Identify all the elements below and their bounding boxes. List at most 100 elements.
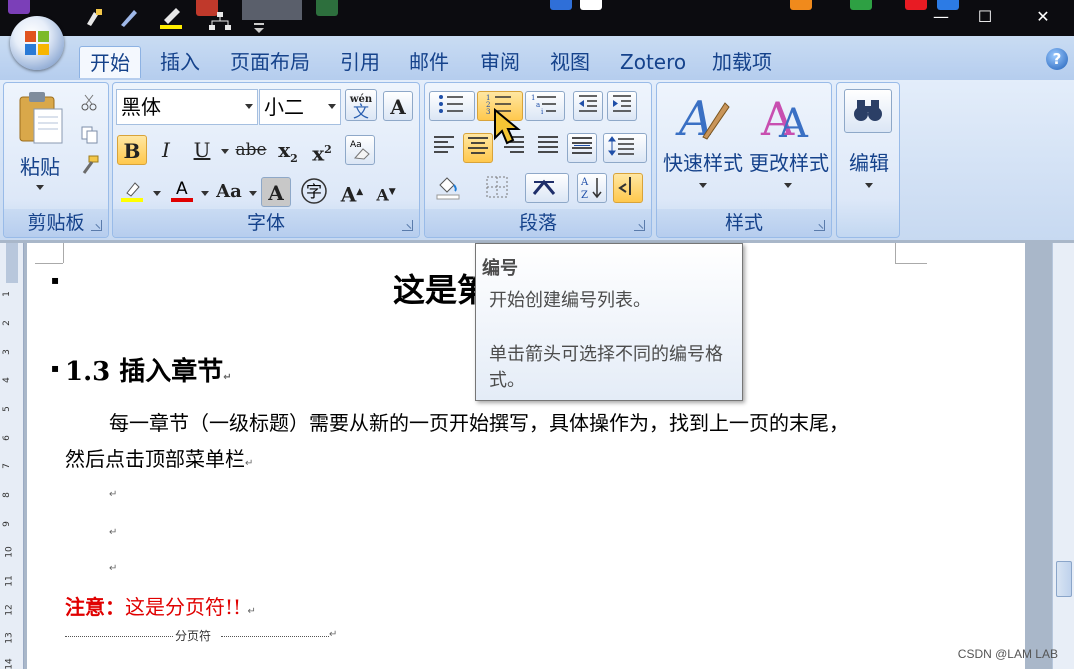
character-border-button[interactable]: A: [383, 91, 413, 121]
page-break[interactable]: 分页符 ↵: [65, 627, 337, 643]
show-hide-marks-button[interactable]: [613, 173, 643, 203]
paragraph-mark-icon: ↵: [109, 527, 118, 538]
character-shading-button[interactable]: A: [261, 177, 291, 207]
maximize-button[interactable]: ☐: [962, 4, 1008, 30]
line-spacing-icon: [608, 136, 634, 156]
section-heading-text: 1.3 插入章节: [65, 357, 224, 387]
minimize-button[interactable]: —: [918, 4, 964, 30]
shrink-font-button[interactable]: A▼: [371, 177, 401, 207]
editing-button[interactable]: 编辑: [839, 147, 899, 176]
window-icon: [316, 0, 338, 16]
font-family-combo[interactable]: 黑体: [116, 89, 258, 125]
tab-review[interactable]: 审阅: [480, 46, 520, 78]
text-highlight-button[interactable]: [117, 177, 147, 207]
bullets-icon: [439, 95, 463, 113]
multilevel-list-button[interactable]: 1ai: [525, 91, 565, 121]
highlight-dropdown-arrow[interactable]: [153, 191, 161, 196]
justify-icon: [538, 136, 558, 153]
chinese-layout-button[interactable]: [525, 173, 569, 203]
grow-font-button[interactable]: A▲: [337, 177, 367, 207]
font-dialog-launcher[interactable]: [402, 220, 413, 231]
sort-button[interactable]: AZ: [577, 173, 607, 203]
binoculars-icon: [854, 100, 882, 121]
note-text: 这是分页符!!: [125, 595, 242, 619]
find-button[interactable]: [844, 89, 892, 133]
tab-home[interactable]: 开始: [79, 46, 141, 78]
underline-button[interactable]: U: [187, 135, 217, 165]
office-button[interactable]: [10, 16, 64, 70]
paste-icon[interactable]: [84, 6, 106, 28]
justify-button[interactable]: [533, 133, 563, 163]
tray-icon-4: [850, 0, 872, 10]
bullets-button[interactable]: [429, 91, 475, 121]
align-center-icon: [468, 137, 488, 154]
italic-button[interactable]: I: [151, 135, 181, 165]
subscript-button[interactable]: x2: [273, 135, 303, 165]
tooltip-title: 编号: [482, 258, 518, 279]
change-case-dropdown-arrow[interactable]: [249, 191, 257, 196]
ribbon: 粘贴 剪贴板 黑体 小二 wén 文 A B I U abe x2 x2 Aa …: [0, 80, 1074, 240]
vertical-ruler[interactable]: 1 2 3 4 5 6 7 8 9 10 11 12 13 14: [0, 243, 24, 669]
body-paragraph-line-2[interactable]: 然后点击顶部菜单栏↵: [65, 443, 253, 472]
paste-icon[interactable]: [16, 89, 66, 147]
font-color-button[interactable]: A: [167, 177, 197, 207]
tab-insert[interactable]: 插入: [160, 46, 200, 78]
underline-dropdown-arrow[interactable]: [221, 149, 229, 154]
cut-icon[interactable]: [80, 93, 98, 111]
distributed-button[interactable]: [567, 133, 597, 163]
svg-text:3: 3: [486, 108, 490, 116]
quick-styles-dropdown-arrow[interactable]: [699, 183, 707, 188]
phonetic-guide-button[interactable]: wén 文: [345, 89, 377, 121]
change-styles-button[interactable]: 更改样式: [745, 147, 833, 176]
network-icon[interactable]: [208, 12, 231, 34]
scrollbar-thumb[interactable]: [1056, 561, 1072, 597]
quick-styles-icon[interactable]: A: [673, 89, 733, 145]
tab-zotero[interactable]: Zotero: [620, 46, 686, 78]
line-spacing-button[interactable]: [603, 133, 647, 163]
align-center-button[interactable]: [463, 133, 493, 163]
tab-page-layout[interactable]: 页面布局: [230, 46, 310, 78]
pen-icon[interactable]: [118, 6, 140, 28]
editing-dropdown-arrow[interactable]: [865, 183, 873, 188]
tab-view[interactable]: 视图: [550, 46, 590, 78]
quick-styles-button[interactable]: 快速样式: [659, 147, 747, 176]
sort-icon: AZ: [580, 177, 602, 201]
note-line[interactable]: 注意：这是分页符!! ↵: [65, 591, 256, 620]
change-case-button[interactable]: Aa: [213, 177, 245, 207]
copy-icon[interactable]: [80, 125, 100, 145]
shading-button[interactable]: [429, 173, 473, 203]
body-paragraph-line-1[interactable]: 每一章节（一级标题）需要从新的一页开始撰写，具体操作为，找到上一页的末尾，: [109, 407, 849, 436]
paste-dropdown-arrow[interactable]: [36, 185, 44, 190]
strikethrough-button[interactable]: abe: [231, 135, 271, 165]
font-size-combo[interactable]: 小二: [259, 89, 341, 125]
align-left-button[interactable]: [429, 133, 459, 163]
svg-text:a: a: [536, 101, 540, 109]
tab-addins[interactable]: 加载项: [712, 46, 772, 78]
vertical-scrollbar[interactable]: [1052, 243, 1074, 669]
paragraph-mark-icon: [618, 177, 631, 195]
highlighter-icon[interactable]: [158, 6, 182, 29]
borders-button[interactable]: [477, 173, 523, 203]
decrease-indent-button[interactable]: [573, 91, 603, 121]
paste-button[interactable]: 粘贴: [18, 151, 62, 180]
clear-formatting-button[interactable]: Aa: [345, 135, 375, 165]
change-styles-dropdown-arrow[interactable]: [784, 183, 792, 188]
change-styles-icon[interactable]: A A: [759, 89, 815, 145]
paragraph-dialog-launcher[interactable]: [634, 220, 645, 231]
section-heading[interactable]: 1.3 插入章节↵: [65, 351, 232, 388]
help-icon[interactable]: ?: [1046, 48, 1068, 70]
superscript-button[interactable]: x2: [307, 135, 337, 166]
clipboard-dialog-launcher[interactable]: [91, 220, 102, 231]
format-painter-icon[interactable]: [80, 155, 100, 175]
close-button[interactable]: ✕: [1020, 4, 1066, 30]
word-doc-icon: [242, 0, 302, 20]
enclose-characters-button[interactable]: 字: [299, 177, 329, 207]
increase-indent-button[interactable]: [607, 91, 637, 121]
bold-button[interactable]: B: [117, 135, 147, 165]
paragraph-mark-icon: ↵: [109, 489, 118, 500]
tab-mailings[interactable]: 邮件: [409, 46, 449, 78]
styles-dialog-launcher[interactable]: [814, 220, 825, 231]
paragraph-mark-icon: ↵: [109, 563, 118, 574]
tab-references[interactable]: 引用: [340, 46, 380, 78]
font-color-dropdown-arrow[interactable]: [201, 191, 209, 196]
